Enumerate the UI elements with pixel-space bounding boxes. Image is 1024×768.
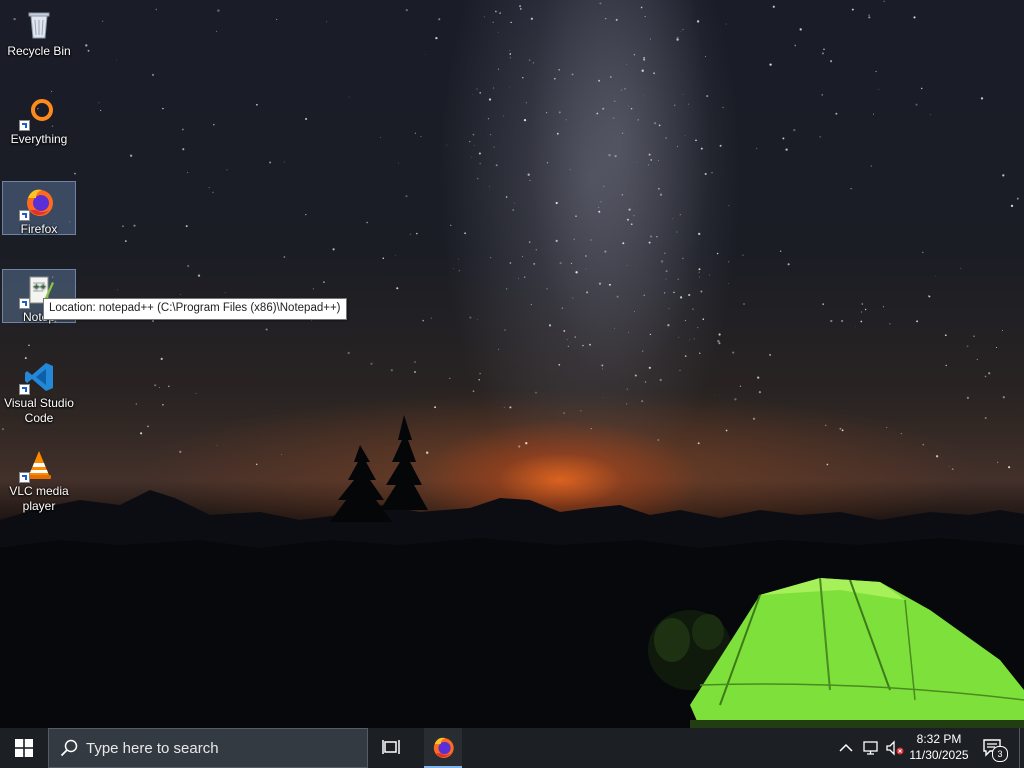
notification-count-badge: 3 — [992, 746, 1008, 762]
recycle-bin-icon — [22, 8, 56, 42]
desktop-icon-label: Recycle Bin — [7, 44, 71, 58]
clock-time: 8:32 PM — [916, 732, 962, 746]
network-icon — [863, 741, 878, 755]
search-icon — [60, 739, 78, 757]
start-button[interactable] — [0, 728, 48, 768]
show-hidden-icons-button[interactable] — [836, 728, 856, 768]
taskbar-clock[interactable]: 8:32 PM 11/30/2025 — [904, 731, 974, 763]
shortcut-arrow-icon — [19, 472, 30, 483]
show-desktop-button[interactable] — [1019, 728, 1024, 768]
desktop[interactable]: Recycle Bin Everything Firefox ++ Notep … — [0, 0, 1024, 728]
volume-button[interactable] — [884, 728, 906, 768]
action-center-button[interactable]: 3 — [980, 728, 1008, 768]
volume-muted-icon — [886, 740, 904, 756]
shortcut-arrow-icon — [19, 384, 30, 395]
chevron-up-icon — [839, 743, 853, 752]
desktop-icon-label: Visual Studio Code — [4, 396, 74, 425]
network-button[interactable] — [860, 728, 882, 768]
taskbar: 8:32 PM 11/30/2025 3 — [0, 728, 1024, 768]
taskbar-search-box[interactable] — [48, 728, 368, 768]
location-tooltip: Location: notepad++ (C:\Program Files (x… — [43, 298, 347, 320]
desktop-icon-vlc[interactable]: VLC media player — [2, 444, 76, 514]
desktop-icon-label: Everything — [10, 132, 68, 146]
desktop-icon-everything[interactable]: Everything — [2, 92, 76, 150]
everything-search-icon — [19, 96, 56, 131]
desktop-icon-firefox[interactable]: Firefox — [2, 181, 76, 236]
task-view-icon — [382, 740, 400, 754]
firefox-icon — [19, 186, 56, 221]
shortcut-arrow-icon — [19, 120, 30, 131]
search-input[interactable] — [86, 739, 336, 757]
taskbar-firefox-button[interactable] — [424, 728, 462, 768]
clock-date: 11/30/2025 — [909, 748, 969, 762]
windows-logo-icon — [15, 739, 33, 757]
wallpaper-landscape — [0, 415, 1024, 728]
task-view-button[interactable] — [372, 728, 412, 768]
desktop-icon-vscode[interactable]: Visual Studio Code — [2, 356, 76, 426]
shortcut-arrow-icon — [19, 210, 30, 221]
desktop-icon-recycle-bin[interactable]: Recycle Bin — [2, 4, 76, 62]
svg-text:++: ++ — [33, 282, 46, 291]
firefox-icon — [433, 737, 454, 758]
desktop-icon-label: Firefox — [20, 222, 58, 236]
desktop-icon-label: VLC media player — [9, 484, 69, 513]
vscode-icon — [19, 360, 56, 395]
shortcut-arrow-icon — [19, 298, 30, 309]
vlc-icon — [19, 448, 56, 483]
